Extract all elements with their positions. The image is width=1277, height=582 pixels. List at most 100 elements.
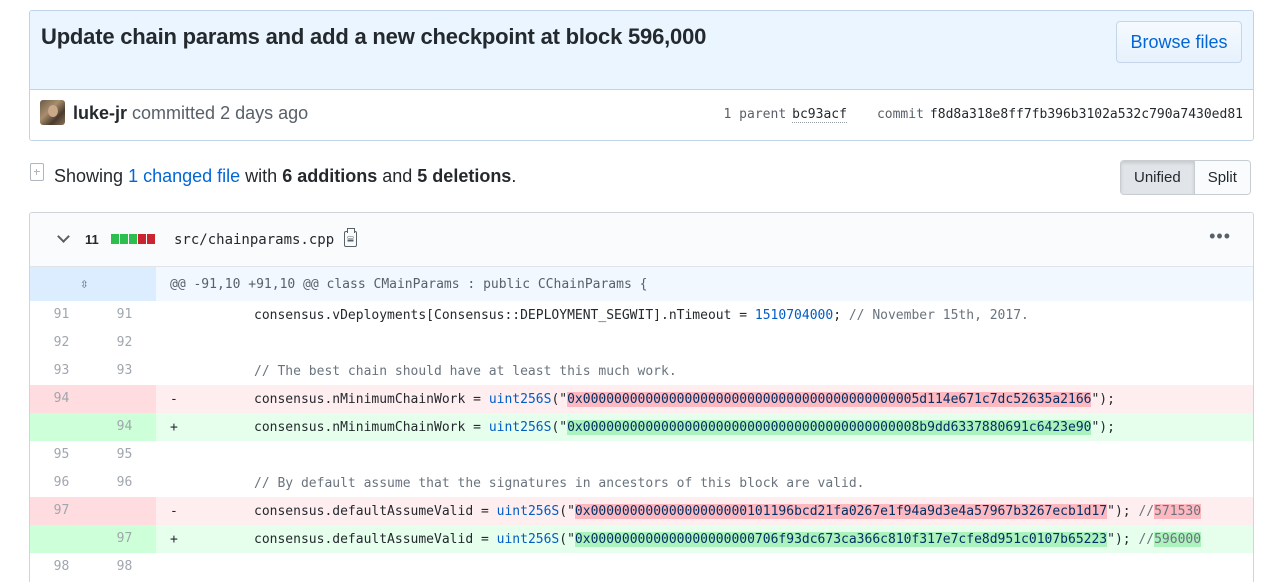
with-text: with [245,166,278,186]
code-punct: "); [1107,532,1139,547]
new-line-number[interactable]: 97 [93,525,156,553]
old-line-number[interactable]: 97 [30,497,93,525]
new-line-number[interactable] [93,497,156,525]
committed-time: committed 2 days ago [132,103,309,123]
parent-label: 1 parent [723,107,787,122]
unified-button[interactable]: Unified [1121,161,1194,194]
code-text: consensus.vDeployments[Consensus::DEPLOY… [254,308,755,323]
old-line-number[interactable]: 91 [30,301,93,329]
author-link[interactable]: luke-jr [73,103,127,123]
diff-line-del: 94 - consensus.nMinimumChainWork = uint256… [30,385,1253,413]
deletions-count: 5 deletions [417,166,512,186]
code-punct: "); [1107,504,1139,519]
code-function: uint256S [496,504,560,519]
code-hash-literal: 0x000000000000000000000706f93dc673ca366c… [574,532,1108,547]
code-number: 1510704000 [754,308,834,323]
code-comment-changed: 571530 [1154,504,1202,519]
old-line-number[interactable] [30,525,93,553]
diff-marker: + [170,532,178,547]
code-text: ; [833,308,849,323]
old-line-number[interactable]: 94 [30,385,93,413]
code-punct: "); [1091,392,1115,407]
line-code: consensus.nMinimumChainWork = uint256S("… [254,392,1115,407]
code-function: uint256S [488,392,552,407]
code-punct: "); [1091,420,1115,435]
browse-files-button[interactable]: Browse files [1116,21,1242,63]
diff-line-ctx: 95 95 [30,441,1253,469]
old-line-number[interactable]: 95 [30,441,93,469]
diff-lines: 91 91 consensus.vDeployments[Consensus::DE… [30,301,1253,581]
code-text: consensus.defaultAssumeValid = [254,504,497,519]
new-line-number[interactable]: 95 [93,441,156,469]
code-punct: (" [551,392,568,407]
code-comment: // By default assume that the signatures… [254,476,865,491]
split-button[interactable]: Split [1193,161,1250,194]
line-code: consensus.vDeployments[Consensus::DEPLOY… [254,308,1029,323]
hunk-gutter [30,267,156,301]
commit-sha: f8d8a318e8ff7fb396b3102a532c790a7430ed81 [929,107,1243,122]
commit-author-line: luke-jr committed 2 days ago [73,103,308,124]
code-text: consensus.nMinimumChainWork = [254,420,489,435]
code-punct: (" [559,532,575,547]
new-line-number[interactable] [93,385,156,413]
old-line-number[interactable] [30,413,93,441]
diffstat-block-add [111,234,119,244]
commit-sha-area: 1 parent bc93acf commit f8d8a318e8ff7fb3… [724,107,1243,123]
diff-line-ctx: 98 98 [30,553,1253,581]
code-comment: // [1138,532,1155,547]
line-code: // By default assume that the signatures… [254,476,864,491]
expand-icon[interactable]: ⇳ [80,276,88,292]
line-code: // The best chain should have at least t… [254,364,677,379]
changed-files-link[interactable]: 1 changed file [128,166,240,186]
new-line-number[interactable]: 98 [93,553,156,581]
diff-line-add: 94 + consensus.nMinimumChainWork = uint256… [30,413,1253,441]
file-diff: 11 src/chainparams.cpp ••• ⇳ @@ -91,10 +… [29,212,1254,582]
additions-count: 6 additions [282,166,378,186]
code-function: uint256S [488,420,552,435]
diff-line-del: 97 - consensus.defaultAssumeValid = uint25… [30,497,1253,525]
old-line-number[interactable]: 92 [30,329,93,357]
commit-title-bar: Update chain params and add a new checkp… [30,11,1253,90]
diffstat-block-add [129,234,137,244]
line-code-bg [156,329,1253,357]
commit-header: Update chain params and add a new checkp… [29,10,1254,141]
diffstat-block-del [147,234,155,244]
clipboard-icon[interactable] [344,228,357,247]
file-path-link[interactable]: src/chainparams.cpp [174,232,334,248]
code-hash-literal: 0x00000000000000000000000000000000000000… [567,392,1092,407]
change-count: 11 [85,232,99,247]
new-line-number[interactable]: 94 [93,413,156,441]
diff-view-toggle: Unified Split [1120,160,1251,195]
old-line-number[interactable]: 96 [30,469,93,497]
code-comment: // The best chain should have at least t… [254,364,677,379]
diff-summary: Showing 1 changed file with 6 additions … [54,166,516,187]
commit-label: commit [876,107,924,122]
code-function: uint256S [496,532,560,547]
new-line-number[interactable]: 92 [93,329,156,357]
new-line-number[interactable]: 91 [93,301,156,329]
kebab-menu-icon[interactable]: ••• [1209,227,1231,245]
code-punct: (" [551,420,568,435]
hunk-header: ⇳ @@ -91,10 +91,10 @@ class CMainParams … [30,267,1253,301]
diff-line-ctx: 96 96 // By default assume that the signat… [30,469,1253,497]
new-line-number[interactable]: 93 [93,357,156,385]
code-punct: (" [559,504,575,519]
commit-meta: luke-jr committed 2 days ago 1 parent bc… [30,90,1253,140]
diff-line-ctx: 92 92 [30,329,1253,357]
code-comment: // November 15th, 2017. [848,308,1029,323]
line-code-bg [156,441,1253,469]
code-hash-literal: 0x00000000000000000000101196bcd21fa0267e… [574,504,1108,519]
parent-sha-link[interactable]: bc93acf [792,107,847,123]
diff-line-ctx: 91 91 consensus.vDeployments[Consensus::DE… [30,301,1253,329]
diffstat-block-del [138,234,146,244]
code-hash-literal: 0x00000000000000000000000000000000000000… [567,420,1092,435]
avatar[interactable] [40,100,65,125]
diffstat-block-add [120,234,128,244]
hunk-header-text: @@ -91,10 +91,10 @@ class CMainParams : … [170,277,648,292]
new-line-number[interactable]: 96 [93,469,156,497]
old-line-number[interactable]: 93 [30,357,93,385]
old-line-number[interactable]: 98 [30,553,93,581]
code-comment-changed: 596000 [1154,532,1202,547]
chevron-down-icon[interactable] [57,231,71,245]
